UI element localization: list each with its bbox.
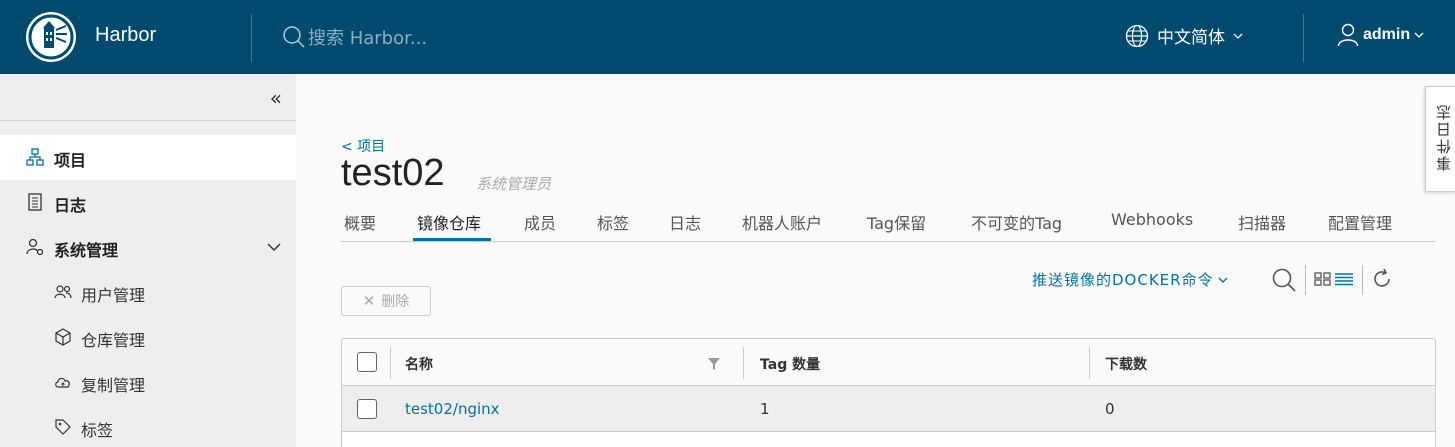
tab-configuration[interactable]: 配置管理: [1328, 210, 1392, 234]
pull-count-cell: 0: [1105, 400, 1115, 418]
column-header-pulls[interactable]: 下载数: [1105, 354, 1147, 374]
log-icon: [28, 193, 42, 211]
refresh-icon[interactable]: [1371, 268, 1393, 290]
user-menu[interactable]: admin: [1337, 23, 1424, 47]
table-row[interactable]: test02/nginx 1 0: [342, 386, 1435, 432]
column-divider: [390, 347, 391, 379]
globe-icon: [1125, 24, 1149, 47]
tab-logs[interactable]: 日志: [669, 210, 701, 234]
sidebar-item-registries[interactable]: 仓库管理: [0, 315, 296, 360]
chevron-down-icon: [267, 243, 281, 252]
sidebar-item-administration[interactable]: 系统管理: [0, 225, 296, 270]
repository-name-link[interactable]: test02/nginx: [405, 400, 500, 418]
harbor-logo-icon[interactable]: [26, 12, 76, 62]
chevron-down-icon: [1218, 277, 1228, 283]
tab-summary[interactable]: 概要: [344, 210, 376, 234]
tab-scanner[interactable]: 扫描器: [1238, 210, 1286, 234]
admin-icon: [26, 238, 44, 256]
delete-button[interactable]: ✕ 删除: [341, 286, 431, 316]
toolbar-divider: [1362, 265, 1363, 295]
sidebar-item-users[interactable]: 用户管理: [0, 270, 296, 315]
project-icon: [26, 148, 44, 166]
sidebar-item-labels[interactable]: 标签: [0, 405, 296, 447]
tab-labels[interactable]: 标签: [597, 210, 629, 234]
brand-name[interactable]: Harbor: [95, 24, 156, 47]
event-log-label: 事件日志: [1435, 103, 1453, 171]
event-log-tab[interactable]: 事件日志: [1425, 86, 1455, 192]
user-icon: [1337, 23, 1359, 47]
search-placeholder: 搜索 Harbor...: [308, 28, 428, 49]
search-icon[interactable]: [1271, 267, 1297, 293]
grid-view-icon[interactable]: [1314, 271, 1332, 287]
push-command-label: 推送镜像的DOCKER命令: [1032, 271, 1214, 289]
tab-webhooks[interactable]: Webhooks: [1111, 210, 1193, 229]
language-selector[interactable]: 中文简体: [1125, 23, 1243, 48]
sidebar-item-label: 标签: [81, 421, 114, 440]
tab-immutable-tags[interactable]: 不可变的Tag: [971, 210, 1062, 234]
project-title: test02: [341, 152, 445, 194]
table-header: 名称 Tag 数量 下载数: [342, 339, 1435, 386]
close-icon: ✕: [362, 292, 376, 310]
column-header-name[interactable]: 名称: [405, 354, 433, 374]
project-tabs: 概要 镜像仓库 成员 标签 日志 机器人账户 Tag保留 不可变的Tag Web…: [341, 206, 1435, 242]
delete-label: 删除: [381, 294, 410, 310]
header-divider: [1303, 14, 1304, 62]
tab-members[interactable]: 成员: [524, 210, 556, 234]
column-divider: [743, 347, 744, 379]
sidebar-item-label: 系统管理: [54, 241, 119, 260]
box-icon: [55, 328, 71, 346]
cloud-icon: [55, 377, 70, 388]
repositories-table: 名称 Tag 数量 下载数 test02/nginx 1 0: [341, 338, 1436, 447]
tag-icon: [55, 419, 71, 435]
search-icon: [283, 26, 305, 48]
active-tab-indicator: [413, 238, 491, 241]
username: admin: [1363, 26, 1411, 43]
list-view-icon[interactable]: [1334, 271, 1354, 287]
sidebar-divider: [0, 120, 296, 121]
language-label: 中文简体: [1157, 28, 1225, 48]
select-all-checkbox[interactable]: [357, 352, 377, 372]
project-role: 系统管理员: [476, 175, 552, 193]
sidebar: « 项目 日志 系统管理 用户管理 仓库管理 复制管理 标签: [0, 74, 296, 447]
collapse-sidebar-icon[interactable]: «: [270, 86, 282, 110]
toolbar-divider: [1305, 265, 1306, 295]
tag-count-cell: 1: [760, 400, 770, 418]
top-header: Harbor 搜索 Harbor... 中文简体 admin: [0, 0, 1455, 74]
column-divider: [1089, 347, 1090, 379]
sidebar-item-label: 仓库管理: [81, 331, 146, 350]
sidebar-item-label: 项目: [54, 151, 87, 170]
tab-tag-retention[interactable]: Tag保留: [867, 210, 926, 234]
column-header-tag-count[interactable]: Tag 数量: [760, 354, 820, 374]
filter-icon[interactable]: [708, 358, 720, 370]
sidebar-item-label: 用户管理: [81, 286, 146, 305]
global-search[interactable]: 搜索 Harbor...: [282, 24, 427, 50]
sidebar-item-projects[interactable]: 项目: [0, 135, 296, 180]
tab-robot-accounts[interactable]: 机器人账户: [742, 210, 822, 234]
header-divider: [251, 14, 252, 62]
row-checkbox[interactable]: [357, 399, 377, 419]
sidebar-item-logs[interactable]: 日志: [0, 180, 296, 225]
sidebar-item-label: 日志: [54, 196, 87, 215]
push-command-dropdown[interactable]: 推送镜像的DOCKER命令: [1032, 269, 1229, 290]
tab-repositories[interactable]: 镜像仓库: [417, 210, 481, 234]
sidebar-item-label: 复制管理: [81, 376, 146, 395]
chevron-down-icon: [1233, 33, 1243, 39]
sidebar-item-replications[interactable]: 复制管理: [0, 360, 296, 405]
users-icon: [54, 285, 72, 299]
chevron-down-icon: [1414, 32, 1424, 38]
